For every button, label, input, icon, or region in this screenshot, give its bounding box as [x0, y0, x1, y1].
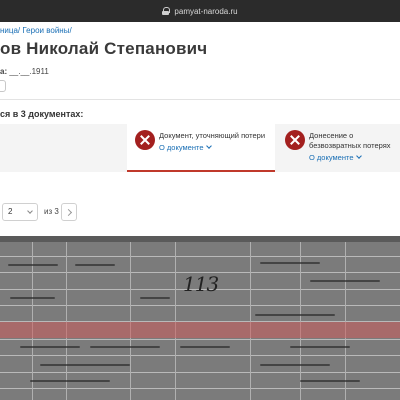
page-select[interactable]: 2 [2, 203, 38, 221]
birth-date-value: __.__.1911 [9, 67, 49, 76]
error-icon [135, 130, 155, 150]
person-header: ница/ Герои войны/ ов Николай Степанович… [0, 22, 400, 98]
about-document-label: О документе [309, 153, 354, 162]
scan-column [130, 242, 131, 400]
documents-heading: ся в 3 документах: [0, 109, 84, 119]
scan-rule [0, 305, 400, 306]
tab-document-losses[interactable]: Документ, уточняющий потери О документе [127, 124, 275, 172]
scan-rule [0, 339, 400, 340]
handwriting [310, 280, 380, 282]
scan-column [250, 242, 251, 400]
about-document-link[interactable]: О документе [309, 153, 362, 162]
handwriting [260, 262, 320, 264]
handwriting [140, 297, 170, 299]
handwriting [90, 346, 160, 348]
handwritten-mark: 113 [183, 272, 219, 296]
url-text: pamyat-naroda.ru [174, 6, 238, 16]
next-page-button[interactable] [61, 203, 77, 221]
scan-rule [0, 256, 400, 257]
handwriting [30, 380, 110, 382]
handwriting [180, 346, 230, 348]
birth-date: а: __.__.1911 [0, 67, 49, 76]
handwriting [10, 297, 55, 299]
lock-icon [162, 7, 171, 15]
handwriting [300, 380, 360, 382]
scan-column [345, 242, 346, 400]
handwriting [290, 346, 350, 348]
divider [0, 99, 400, 100]
handwriting [75, 264, 115, 266]
scan-rule [0, 388, 400, 389]
chevron-down-icon [205, 143, 212, 149]
chevron-down-icon [27, 208, 33, 214]
handwriting [40, 364, 130, 366]
scan-column [66, 242, 67, 400]
handwriting [8, 264, 58, 266]
document-scan-image[interactable]: 113 [0, 242, 400, 400]
tab-title: Документ, уточняющий потери [159, 131, 266, 140]
breadcrumb-item-home[interactable]: ница/ [0, 26, 20, 35]
birth-date-label: а: [0, 67, 8, 76]
scan-rule [0, 355, 400, 356]
tab-document-report[interactable]: Донесение о безвозвратных потерях О доку… [277, 124, 400, 172]
handwriting [255, 314, 335, 316]
breadcrumb: ница/ Герои войны/ [0, 26, 72, 35]
document-viewer[interactable]: 113 [0, 236, 400, 400]
page-select-value: 2 [8, 207, 13, 216]
page-title: ов Николай Степанович [0, 39, 208, 58]
tab-title: Донесение о безвозвратных потерях [309, 131, 391, 150]
scan-column [300, 242, 301, 400]
handwriting [260, 364, 330, 366]
highlighted-record-row [0, 322, 400, 338]
action-button[interactable] [0, 80, 6, 92]
address-bar[interactable]: pamyat-naroda.ru [0, 0, 400, 22]
breadcrumb-item-heroes[interactable]: Герои войны/ [22, 26, 71, 35]
handwriting [20, 346, 80, 348]
chevron-down-icon [355, 153, 362, 159]
scan-column [175, 242, 176, 400]
about-document-link[interactable]: О документе [159, 143, 212, 152]
page-count: из 3 [44, 207, 59, 216]
about-document-label: О документе [159, 143, 204, 152]
error-icon [285, 130, 305, 150]
scan-rule [0, 372, 400, 373]
